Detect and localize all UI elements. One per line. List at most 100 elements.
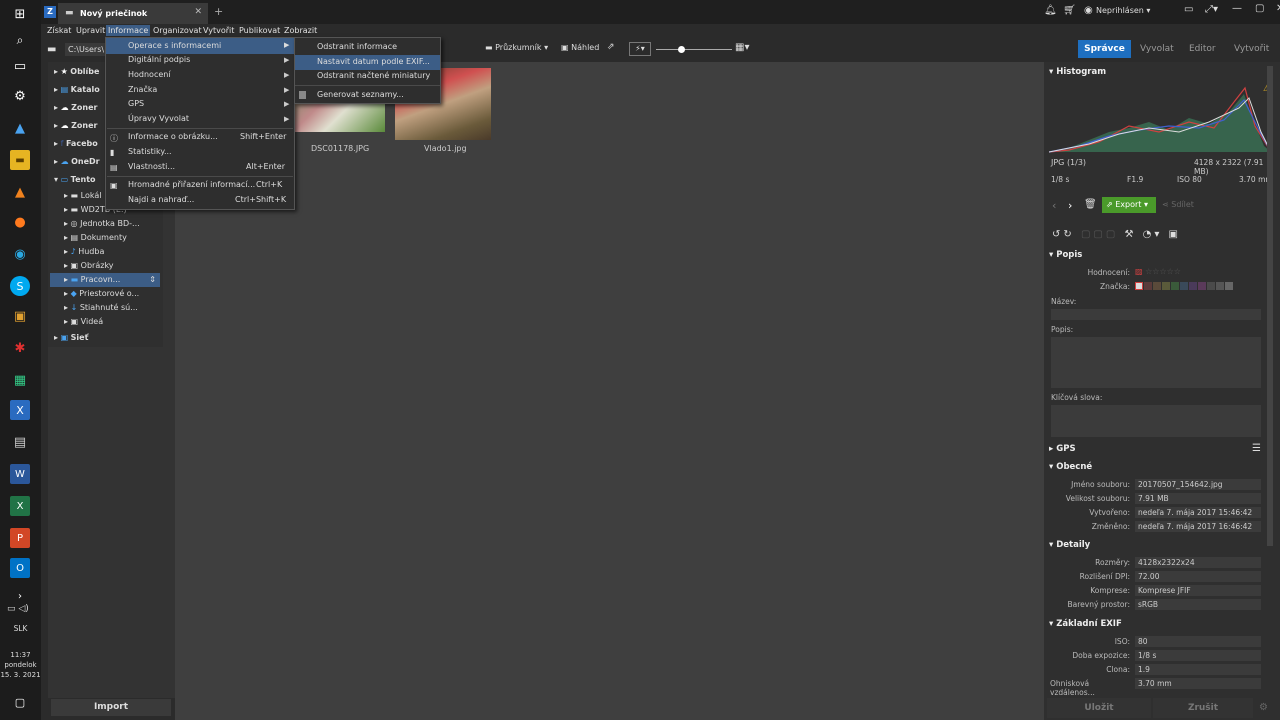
outlook-icon[interactable]: O: [10, 558, 30, 578]
language-indicator[interactable]: SLK: [0, 624, 41, 633]
keywords-field[interactable]: [1051, 405, 1261, 437]
tree-item-videos[interactable]: ▸ ▣ Videá: [64, 317, 103, 326]
menu-publikovat[interactable]: Publikovat: [237, 25, 282, 36]
skype-icon[interactable]: S: [10, 276, 30, 296]
details-header[interactable]: ▾ Detaily: [1049, 540, 1269, 554]
path-field[interactable]: C:\Users\: [65, 43, 105, 56]
color-labels[interactable]: [1135, 282, 1233, 290]
rating-stars[interactable]: ▨ ☆☆☆☆☆: [1135, 267, 1181, 276]
tree-item-zoner-1[interactable]: ▸ ☁ Zoner: [54, 103, 97, 112]
user-icon[interactable]: ◉: [1084, 5, 1093, 16]
gps-header[interactable]: ▸ GPS: [1049, 444, 1269, 458]
chevron-right-icon[interactable]: ›: [10, 586, 30, 606]
tree-item-network[interactable]: ▸ ▣ Sieť: [54, 333, 88, 342]
tree-item-music[interactable]: ▸ ♪ Hudba: [64, 247, 104, 256]
folder-tab[interactable]: ▬ Nový priečinok ✕: [58, 3, 208, 24]
menu-item-image-info[interactable]: Informace o obrázku...: [128, 130, 218, 144]
tree-item-3d-objects[interactable]: ▸ ◆ Priestorové o...: [64, 289, 139, 298]
name-field[interactable]: [1051, 309, 1261, 320]
tree-item-facebook[interactable]: ▸ f Facebo: [54, 139, 98, 148]
sort-arrows-icon[interactable]: ⇕: [149, 273, 156, 287]
user-account-menu[interactable]: Neprihlásen ▾: [1096, 6, 1150, 15]
tree-item-desktop[interactable]: ▸ ▬ Pracovn... ⇕: [50, 273, 160, 287]
excel-icon[interactable]: X: [10, 496, 30, 516]
cancel-button[interactable]: Zrušit: [1153, 698, 1253, 718]
tab-develop[interactable]: Vyvolat: [1140, 44, 1174, 54]
menu-item-digital-signature[interactable]: Digitální podpis: [128, 53, 190, 67]
tree-item-bd-drive[interactable]: ▸ ◎ Jednotka BD-...: [64, 219, 140, 228]
zoom-slider-track[interactable]: [656, 49, 732, 50]
edge-icon[interactable]: ◉: [10, 244, 30, 264]
general-header[interactable]: ▾ Obecné: [1049, 462, 1269, 476]
minimize-icon[interactable]: —: [1232, 3, 1242, 14]
task-view-icon[interactable]: ▭: [10, 56, 30, 76]
layout-icon[interactable]: ▭: [1184, 4, 1193, 15]
menu-item-info-operations[interactable]: Operace s informacemi: [128, 39, 221, 53]
explorer-view-dropdown[interactable]: ▬ Průzkumník ▾: [485, 43, 548, 52]
rotate-icons[interactable]: ↺↻ ▢▢▢ ⚒ ◔▾ ▣: [1052, 229, 1181, 240]
filter-icon[interactable]: ⚡▾: [629, 42, 651, 56]
zoner-studio-icon[interactable]: X: [10, 400, 30, 420]
menu-ziskat[interactable]: Získat: [45, 25, 73, 36]
description-field[interactable]: [1051, 337, 1261, 388]
maximize-icon[interactable]: ▢: [1255, 3, 1264, 14]
submenu-item-remove-info[interactable]: Odstranit informace: [317, 40, 397, 54]
menu-item-statistics[interactable]: Statistiky...: [128, 145, 172, 159]
folder-icon[interactable]: ▬: [47, 44, 56, 55]
menu-icon[interactable]: ☰: [1252, 443, 1261, 454]
delete-icon[interactable]: 🗑︎: [1084, 199, 1097, 210]
app-icon[interactable]: ▤: [10, 432, 30, 452]
notification-bell-icon[interactable]: 🔔︎: [1044, 5, 1057, 16]
tree-item-favorites[interactable]: ▸ ★ Oblíbe: [54, 67, 99, 76]
tree-item-local-disk[interactable]: ▸ ▬ Lokál: [64, 191, 102, 200]
export-button[interactable]: ⇗ Export ▾: [1102, 197, 1156, 213]
popis-header[interactable]: ▾ Popis: [1049, 250, 1269, 264]
menu-item-gps[interactable]: GPS: [128, 97, 144, 111]
zoom-slider-handle[interactable]: [678, 46, 685, 53]
share-button[interactable]: ⋖ Sdílet: [1162, 200, 1194, 209]
submenu-item-remove-thumbnails[interactable]: Odstranit načtené miniatury: [317, 69, 430, 83]
tree-item-catalog[interactable]: ▸ ▤ Katalo: [54, 85, 100, 94]
app-icon[interactable]: ▦: [10, 370, 30, 390]
menu-zobrazit[interactable]: Zobrazit: [282, 25, 319, 36]
tab-manager[interactable]: Správce: [1078, 40, 1131, 58]
thumbnail-name[interactable]: DSC01178.JPG: [311, 144, 369, 153]
tree-item-this-pc[interactable]: ▾ ▭ Tento: [54, 175, 96, 184]
tree-item-zoner-2[interactable]: ▸ ☁ Zoner: [54, 121, 97, 130]
settings-gear-icon[interactable]: ⚙: [10, 86, 30, 106]
menu-upravit[interactable]: Upravit: [74, 25, 107, 36]
vlc-icon[interactable]: ▲: [10, 182, 30, 202]
tree-item-pictures[interactable]: ▸ ▣ Obrázky: [64, 261, 114, 270]
tree-item-documents[interactable]: ▸ ▤ Dokumenty: [64, 233, 127, 242]
import-button[interactable]: Import: [51, 699, 171, 716]
exif-header[interactable]: ▾ Základní EXIF: [1049, 619, 1269, 633]
previous-icon[interactable]: ‹: [1052, 199, 1056, 212]
submenu-item-set-date-exif[interactable]: Nastavit datum podle EXIF...: [317, 55, 430, 69]
network-volume-icon[interactable]: ▭ ◁): [7, 604, 29, 614]
thumbnail-name[interactable]: Vlado1.jpg: [424, 144, 467, 153]
menu-item-properties[interactable]: Vlastnosti...: [128, 160, 175, 174]
tab-editor[interactable]: Editor: [1189, 44, 1216, 54]
firefox-icon[interactable]: ●: [10, 212, 30, 232]
tree-item-onedrive[interactable]: ▸ ☁ OneDr: [54, 157, 100, 166]
app-icon[interactable]: ✱: [10, 338, 30, 358]
cart-icon[interactable]: 🛒︎: [1063, 5, 1076, 16]
open-external-icon[interactable]: ⇗: [607, 42, 615, 52]
menu-organizovat[interactable]: Organizovat: [151, 25, 204, 36]
word-icon[interactable]: W: [10, 464, 30, 484]
app-icon[interactable]: ▣: [10, 306, 30, 326]
menu-item-find-replace[interactable]: Najdi a nahraď...: [128, 193, 194, 207]
clock[interactable]: 11:37 pondelok 15. 3. 2021: [0, 650, 41, 680]
windows-start-icon[interactable]: ⊞: [10, 4, 30, 24]
menu-informace[interactable]: Informace: [106, 25, 151, 36]
grid-view-icon[interactable]: ▦▾: [735, 42, 749, 53]
tab-create[interactable]: Vytvořit: [1234, 44, 1269, 54]
fullscreen-icon[interactable]: ⤢▾: [1205, 4, 1218, 15]
menu-item-rating[interactable]: Hodnocení: [128, 68, 171, 82]
scrollbar[interactable]: [1267, 66, 1273, 546]
file-explorer-icon[interactable]: ▬: [10, 150, 30, 170]
settings-gear-icon[interactable]: ⚙: [1259, 702, 1268, 713]
histogram-header[interactable]: ▾ Histogram: [1049, 67, 1269, 81]
save-button[interactable]: Uložit: [1047, 698, 1151, 718]
preview-button[interactable]: ▣ Náhled: [561, 43, 599, 52]
